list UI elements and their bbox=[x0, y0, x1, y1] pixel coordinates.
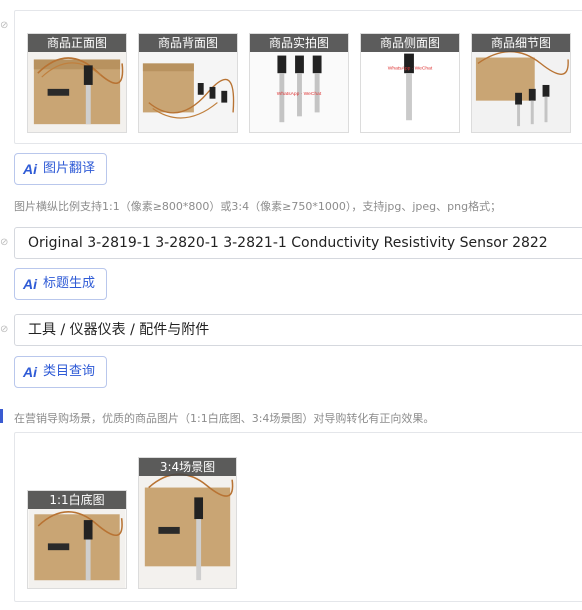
ai-icon: Ai bbox=[23, 364, 37, 380]
box-photo-icon bbox=[139, 458, 236, 588]
title-generate-button[interactable]: Ai 标题生成 bbox=[14, 268, 107, 300]
product-image-real[interactable]: WhatsApp · WeChat 商品实拍图 bbox=[249, 33, 349, 133]
image-translate-button[interactable]: Ai 图片翻译 bbox=[14, 153, 107, 185]
image-ratio-hint: 图片横纵比例支持1:1（像素≥800*800）或3:4（像素≥750*1000）… bbox=[14, 200, 502, 213]
svg-text:WhatsApp · WeChat: WhatsApp · WeChat bbox=[277, 91, 322, 97]
thumb-label: 商品正面图 bbox=[28, 34, 126, 52]
button-label: 标题生成 bbox=[43, 276, 96, 291]
button-label: 类目查询 bbox=[43, 364, 96, 379]
thumb-label: 商品细节图 bbox=[472, 34, 570, 52]
scene-hint: 在营销导购场景，优质的商品图片（1:1白底图、3:4场景图）对导购转化有正向效果… bbox=[14, 412, 435, 425]
product-image-front[interactable]: 商品正面图 bbox=[27, 33, 127, 133]
required-marker: ⊘ bbox=[0, 20, 9, 31]
product-image-side[interactable]: WhatsApp · WeChat 商品侧面图 bbox=[360, 33, 460, 133]
category-query-button[interactable]: Ai 类目查询 bbox=[14, 356, 107, 388]
scene-image-white[interactable]: 1:1白底图 bbox=[27, 490, 127, 589]
product-image-back[interactable]: 商品背面图 bbox=[138, 33, 238, 133]
thumb-label: 商品背面图 bbox=[139, 34, 237, 52]
svg-text:WhatsApp · WeChat: WhatsApp · WeChat bbox=[388, 65, 433, 71]
section-accent-bar bbox=[0, 409, 3, 423]
product-image-detail[interactable]: 商品细节图 bbox=[471, 33, 571, 133]
ai-icon: Ai bbox=[23, 161, 37, 177]
thumb-label: 3:4场景图 bbox=[139, 458, 236, 476]
category-select[interactable]: 工具 / 仪器仪表 / 配件与附件 bbox=[14, 314, 582, 346]
scene-image-lifestyle[interactable]: 3:4场景图 bbox=[138, 457, 237, 589]
button-label: 图片翻译 bbox=[43, 161, 96, 176]
thumb-label: 1:1白底图 bbox=[28, 491, 126, 509]
required-marker: ⊘ bbox=[0, 324, 9, 335]
title-input[interactable]: Original 3-2819-1 3-2820-1 3-2821-1 Cond… bbox=[14, 227, 582, 259]
ai-icon: Ai bbox=[23, 276, 37, 292]
required-marker: ⊘ bbox=[0, 237, 9, 248]
thumb-label: 商品实拍图 bbox=[250, 34, 348, 52]
thumb-label: 商品侧面图 bbox=[361, 34, 459, 52]
